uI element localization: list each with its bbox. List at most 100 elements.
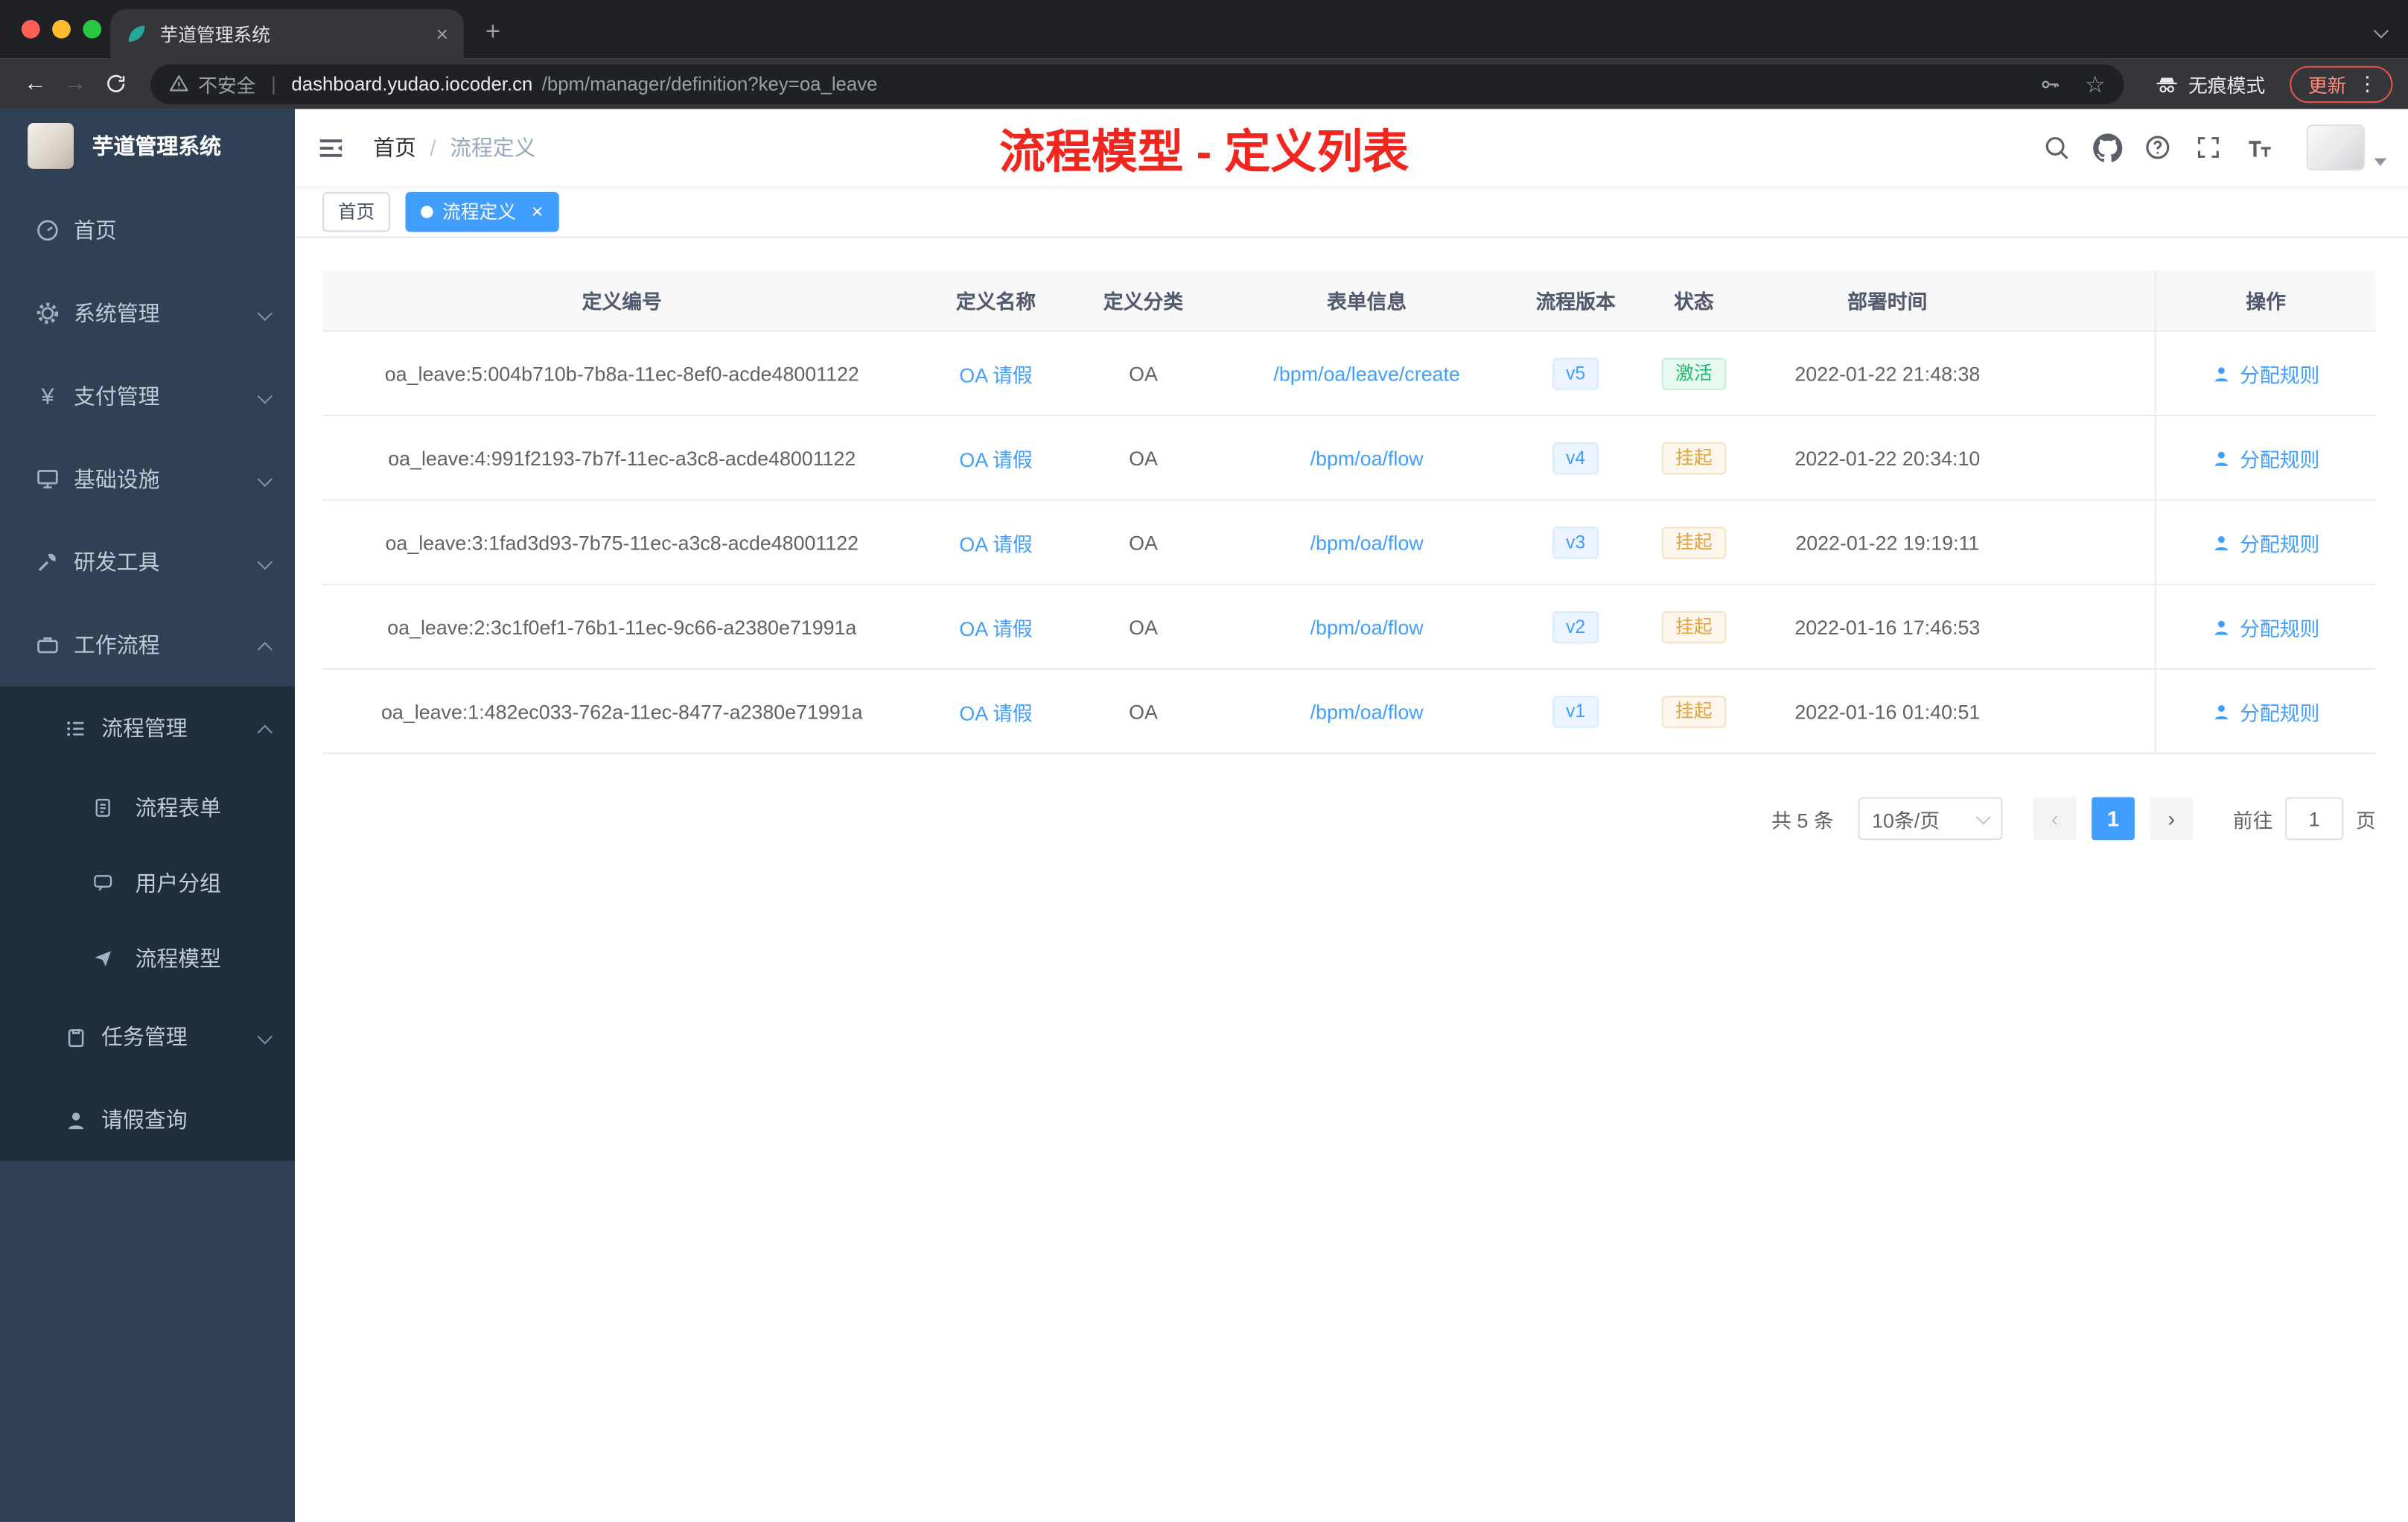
sidebar-item-process-mgmt[interactable]: 流程管理 (0, 687, 295, 769)
assign-rule-link[interactable]: 分配规则 (2212, 359, 2319, 388)
url-path: /bpm/manager/definition?key=oa_leave (541, 72, 878, 95)
monitor-icon (34, 467, 61, 491)
hamburger-icon[interactable] (316, 133, 345, 162)
column-header: 定义名称 (955, 290, 1036, 313)
definition-name-link[interactable]: OA 请假 (959, 443, 1032, 472)
chevron-down-icon (257, 1025, 273, 1049)
sidebar-item-task-mgmt[interactable]: 任务管理 (0, 996, 295, 1078)
goto-page-input[interactable] (2284, 797, 2344, 841)
paper-plane-icon (89, 947, 117, 969)
sidebar-item-workflow[interactable]: 工作流程 (0, 604, 295, 687)
filler-cell (2021, 585, 2154, 668)
sidebar-item-label: 流程模型 (135, 945, 222, 970)
definition-name-link[interactable]: OA 请假 (959, 612, 1032, 641)
github-icon[interactable] (2092, 132, 2122, 162)
sidebar-item-user-group[interactable]: 用户分组 (0, 844, 295, 920)
form-link[interactable]: /bpm/oa/leave/create (1273, 362, 1459, 385)
user-icon (62, 1108, 89, 1131)
breadcrumb-home[interactable]: 首页 (373, 132, 416, 162)
filler-cell (2021, 416, 2154, 499)
sidebar-item-label: 系统管理 (74, 301, 160, 326)
chevron-up-icon (257, 716, 273, 740)
address-bar[interactable]: 不安全 | dashboard.yudao.iocoder.cn/bpm/man… (150, 63, 2124, 104)
window-zoom-button[interactable] (83, 19, 102, 39)
tag-home[interactable]: 首页 (322, 191, 390, 232)
document-icon (89, 796, 117, 818)
sidebar-item-payment-mgmt[interactable]: ¥ 支付管理 (0, 354, 295, 437)
definition-name-link[interactable]: OA 请假 (959, 359, 1032, 388)
column-header: 定义分类 (1103, 290, 1184, 313)
form-link[interactable]: /bpm/oa/flow (1310, 699, 1424, 722)
tag-process-definition[interactable]: 流程定义 × (405, 191, 558, 232)
window-close-button[interactable] (21, 19, 40, 39)
forward-icon[interactable]: → (55, 71, 95, 97)
fullscreen-icon[interactable] (2193, 132, 2223, 162)
column-header: 部署时间 (1847, 290, 1928, 313)
form-link[interactable]: /bpm/oa/flow (1310, 531, 1424, 554)
new-tab-button[interactable]: + (485, 17, 500, 48)
version-tag: v5 (1552, 357, 1599, 389)
definition-name-link[interactable]: OA 请假 (959, 696, 1032, 725)
deploy-time: 2022-01-22 21:48:38 (1794, 361, 1981, 385)
dashboard-icon (34, 218, 61, 243)
sidebar-item-system-mgmt[interactable]: 系统管理 (0, 272, 295, 354)
back-icon[interactable]: ← (16, 71, 56, 97)
status-badge: 挂起 (1661, 695, 1727, 727)
reload-icon[interactable] (95, 72, 136, 95)
window-minimize-button[interactable] (52, 19, 71, 39)
sidebar: 芋道管理系统 首页 系统管理 ¥ 支付管理 基础设施 研发工具 工作流程 流程管… (0, 109, 295, 1522)
bookmark-star-icon[interactable]: ☆ (2085, 70, 2106, 98)
chevron-down-icon (1975, 809, 1991, 824)
tag-close-icon[interactable]: × (532, 200, 544, 223)
column-header: 操作 (2154, 270, 2376, 331)
tree-list-icon (62, 716, 89, 739)
chevron-down-icon (257, 550, 273, 574)
assign-rule-link[interactable]: 分配规则 (2212, 612, 2319, 641)
sidebar-item-leave-query[interactable]: 请假查询 (0, 1078, 295, 1161)
assign-rule-link[interactable]: 分配规则 (2212, 696, 2319, 725)
table-row: oa_leave:3:1fad3d93-7b75-11ec-a3c8-acde4… (322, 500, 2376, 585)
deploy-time: 2022-01-22 19:19:11 (1795, 530, 1980, 554)
font-size-icon[interactable] (2243, 132, 2274, 162)
column-header: 状态 (1674, 290, 1714, 313)
definition-table: 定义编号 定义名称 定义分类 表单信息 流程版本 状态 部署时间 操作 oa_l… (322, 270, 2376, 754)
form-link[interactable]: /bpm/oa/flow (1310, 615, 1424, 638)
filler-cell (2021, 332, 2154, 415)
prev-page-button[interactable]: ‹ (2033, 797, 2077, 841)
workflow-submenu: 流程管理 流程表单 用户分组 流程模型 任务管理 请假查询 (0, 686, 295, 1162)
assign-rule-link[interactable]: 分配规则 (2212, 527, 2319, 556)
sidebar-item-dev-tools[interactable]: 研发工具 (0, 520, 295, 603)
sidebar-item-home[interactable]: 首页 (0, 189, 295, 272)
sidebar-item-infrastructure[interactable]: 基础设施 (0, 438, 295, 520)
browser-tab[interactable]: 芋道管理系统 × (110, 9, 464, 59)
table-row: oa_leave:2:3c1f0ef1-76b1-11ec-9c66-a2380… (322, 585, 2376, 670)
page-size-select[interactable]: 10条/页 (1858, 797, 2003, 841)
browser-update-button[interactable]: 更新 ⋮ (2290, 65, 2393, 103)
user-icon (2215, 450, 2229, 465)
total-count: 共 5 条 (1771, 808, 1834, 832)
gear-icon (34, 301, 61, 325)
form-link[interactable]: /bpm/oa/flow (1310, 446, 1424, 469)
column-header: 表单信息 (1326, 290, 1407, 313)
sidebar-item-process-model[interactable]: 流程模型 (0, 920, 295, 995)
page-number-button[interactable]: 1 (2092, 797, 2135, 841)
sidebar-item-process-form[interactable]: 流程表单 (0, 769, 295, 844)
assign-rule-link[interactable]: 分配规则 (2212, 443, 2319, 472)
user-avatar-dropdown[interactable] (2306, 124, 2387, 171)
tab-close-icon[interactable]: × (436, 22, 448, 46)
assign-rule-label: 分配规则 (2240, 532, 2320, 555)
help-icon[interactable] (2142, 132, 2173, 162)
definition-name-link[interactable]: OA 请假 (959, 527, 1032, 556)
page-size-value: 10条/页 (1872, 808, 1940, 832)
search-icon[interactable] (2041, 132, 2071, 162)
definition-id: oa_leave:1:482ec033-762a-11ec-8477-a2380… (381, 699, 863, 723)
tab-search-caret-icon[interactable] (2373, 19, 2389, 46)
password-key-icon[interactable] (2039, 73, 2060, 95)
version-tag: v3 (1552, 526, 1599, 558)
browser-menu-kebab-icon[interactable]: ⋮ (2357, 71, 2377, 96)
version-tag: v4 (1552, 441, 1599, 474)
sidebar-item-label: 研发工具 (74, 550, 160, 575)
next-page-button[interactable]: › (2150, 797, 2194, 841)
pagination: 共 5 条 10条/页 ‹ 1 › 前往 页 (322, 797, 2376, 841)
sidebar-item-label: 基础设施 (74, 467, 160, 491)
